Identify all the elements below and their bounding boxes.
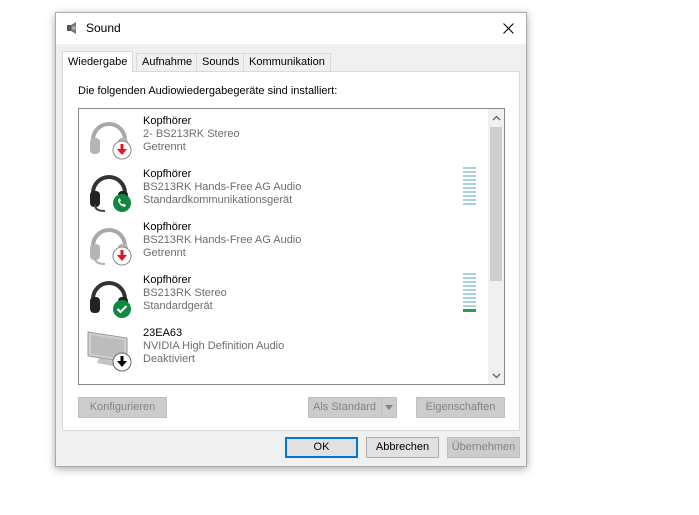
tab-aufnahme[interactable]: Aufnahme <box>136 53 199 71</box>
device-status: Getrennt <box>143 247 186 259</box>
sound-dialog: Sound Wiedergabe Aufnahme Sounds Kommuni… <box>55 12 527 467</box>
volume-meter <box>463 167 476 205</box>
device-status: Deaktiviert <box>143 353 195 365</box>
tab-kommunikation[interactable]: Kommunikation <box>243 53 331 71</box>
device-name: Kopfhörer <box>143 274 192 286</box>
close-icon <box>502 23 514 34</box>
apply-button[interactable]: Übernehmen <box>447 437 520 458</box>
scroll-down-button[interactable] <box>488 367 504 384</box>
device-status: Standardgerät <box>143 300 213 312</box>
list-item[interactable]: 23EA63 NVIDIA High Definition Audio Deak… <box>79 321 487 374</box>
set-default-label: Als Standard <box>313 401 376 413</box>
properties-button[interactable]: Eigenschaften <box>416 397 505 418</box>
tab-wiedergabe[interactable]: Wiedergabe <box>62 51 134 72</box>
scroll-up-button[interactable] <box>488 109 504 126</box>
list-item[interactable]: Kopfhörer BS213RK Hands-Free AG Audio St… <box>79 162 487 215</box>
headset-disconnected-icon <box>90 228 132 266</box>
device-description: 2- BS213RK Stereo <box>143 128 240 140</box>
set-default-dropdown[interactable] <box>381 398 396 417</box>
playback-panel: Die folgenden Audiowiedergabegeräte sind… <box>62 71 520 431</box>
list-item[interactable]: Kopfhörer 2- BS213RK Stereo Getrennt <box>79 109 487 162</box>
list-item[interactable]: Kopfhörer BS213RK Stereo Standardgerät <box>79 268 487 321</box>
device-description: NVIDIA High Definition Audio <box>143 340 285 352</box>
panel-heading: Die folgenden Audiowiedergabegeräte sind… <box>78 85 338 97</box>
window-title: Sound <box>86 21 121 35</box>
device-description: BS213RK Hands-Free AG Audio <box>143 181 302 193</box>
speaker-icon <box>67 22 76 34</box>
volume-meter <box>463 273 476 312</box>
chevron-down-icon <box>492 373 500 378</box>
device-status: Standardkommunikationsgerät <box>143 194 293 206</box>
device-description: BS213RK Stereo <box>143 287 227 299</box>
device-list[interactable]: Kopfhörer 2- BS213RK Stereo Getrennt Kop… <box>78 108 505 385</box>
vertical-scrollbar[interactable] <box>488 109 504 384</box>
cancel-button[interactable]: Abbrechen <box>366 437 439 458</box>
device-name: Kopfhörer <box>143 115 192 127</box>
device-description: BS213RK Hands-Free AG Audio <box>143 234 302 246</box>
headphones-disconnected-icon <box>90 122 132 160</box>
set-default-button[interactable]: Als Standard <box>308 397 397 418</box>
ok-button[interactable]: OK <box>285 437 358 458</box>
device-name: Kopfhörer <box>143 168 192 180</box>
chevron-up-icon <box>492 115 500 120</box>
tab-sounds[interactable]: Sounds <box>196 53 246 71</box>
monitor-icon <box>87 331 132 372</box>
headphones-icon <box>90 281 131 318</box>
headset-icon <box>90 175 131 212</box>
list-item[interactable]: Kopfhörer BS213RK Hands-Free AG Audio Ge… <box>79 215 487 268</box>
close-button[interactable] <box>490 13 526 44</box>
title-bar[interactable]: Sound <box>56 13 526 44</box>
device-status: Getrennt <box>143 141 186 153</box>
caret-down-icon <box>385 405 393 410</box>
configure-button[interactable]: Konfigurieren <box>78 397 167 418</box>
device-name: Kopfhörer <box>143 221 192 233</box>
scroll-thumb[interactable] <box>490 127 502 281</box>
device-name: 23EA63 <box>143 327 183 339</box>
